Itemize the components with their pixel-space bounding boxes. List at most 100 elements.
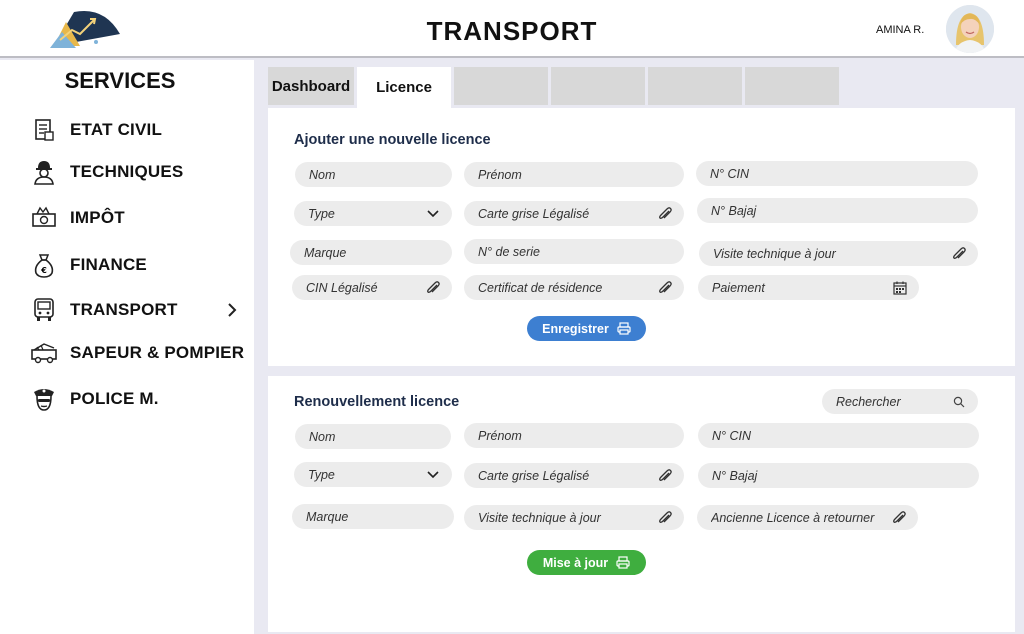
section-title: Ajouter une nouvelle licence xyxy=(294,132,491,148)
tab-empty-2[interactable] xyxy=(551,67,645,105)
marque-placeholder: Marque xyxy=(304,245,347,260)
tab-licence[interactable]: Licence xyxy=(357,67,451,108)
carte-grise-upload[interactable]: Carte grise Légalisé xyxy=(464,463,684,488)
enregistrer-button[interactable]: Enregistrer xyxy=(527,316,646,341)
paiement-placeholder: Paiement xyxy=(712,280,765,295)
nom-placeholder: Nom xyxy=(309,167,336,182)
sidebar-item-label: SAPEUR & POMPIER xyxy=(70,343,245,362)
cin-placeholder: N° CIN xyxy=(710,166,750,181)
chevron-down-icon xyxy=(424,205,442,223)
carte-grise-placeholder: Carte grise Légalisé xyxy=(478,468,590,483)
tax-money-icon xyxy=(30,204,58,232)
marque-placeholder: Marque xyxy=(306,509,349,524)
paperclip-icon[interactable] xyxy=(890,509,908,527)
sidebar-item-etat-civil[interactable]: ETAT CIVIL xyxy=(30,115,245,145)
prenom-field[interactable]: Prénom xyxy=(464,423,684,448)
serie-placeholder: N° de serie xyxy=(478,244,540,259)
paperclip-icon[interactable] xyxy=(656,509,674,527)
residence-upload[interactable]: Certificat de résidence xyxy=(464,275,684,300)
visite-technique-upload[interactable]: Visite technique à jour xyxy=(464,505,684,530)
tab-empty-1[interactable] xyxy=(454,67,548,105)
page-title: TRANSPORT xyxy=(426,16,598,46)
residence-placeholder: Certificat de résidence xyxy=(478,280,603,295)
visite-placeholder: Visite technique à jour xyxy=(713,246,836,261)
tab-empty-4[interactable] xyxy=(745,67,839,105)
type-select[interactable]: Type xyxy=(294,201,452,226)
worker-icon xyxy=(30,158,58,186)
sidebar-item-transport[interactable]: TRANSPORT xyxy=(30,295,245,325)
calendar-icon[interactable] xyxy=(891,279,909,297)
user-name: AMINA R. xyxy=(876,24,925,36)
bus-icon xyxy=(30,296,58,324)
bajaj-placeholder: N° Bajaj xyxy=(712,468,758,483)
cin-placeholder: N° CIN xyxy=(712,428,752,443)
sidebar: SERVICES ETAT CIVIL TECHNIQUES IMPÔT € F… xyxy=(0,60,254,634)
mise-a-jour-label: Mise à jour xyxy=(542,555,609,570)
new-licence-panel: Ajouter une nouvelle licence Nom Prénom … xyxy=(268,108,1015,366)
visite-technique-upload[interactable]: Visite technique à jour xyxy=(699,241,978,266)
enregistrer-label: Enregistrer xyxy=(542,321,609,336)
prenom-placeholder: Prénom xyxy=(478,167,522,182)
section-title: Renouvellement licence xyxy=(294,394,460,410)
carte-grise-placeholder: Carte grise Légalisé xyxy=(478,206,590,221)
prenom-field[interactable]: Prénom xyxy=(464,162,684,187)
cin-legalise-upload[interactable]: CIN Légalisé xyxy=(292,275,452,300)
nom-placeholder: Nom xyxy=(309,429,336,444)
police-icon xyxy=(30,385,58,413)
paperclip-icon[interactable] xyxy=(656,467,674,485)
printer-icon xyxy=(617,322,631,335)
sidebar-item-label: TRANSPORT xyxy=(70,300,178,319)
sidebar-item-police[interactable]: POLICE M. xyxy=(30,384,245,414)
sidebar-item-label: FINANCE xyxy=(70,255,147,274)
nom-field[interactable]: Nom xyxy=(295,162,452,187)
sidebar-item-label: POLICE M. xyxy=(70,389,159,408)
fire-truck-icon xyxy=(30,339,58,367)
printer-icon xyxy=(616,556,630,569)
renew-licence-panel: Renouvellement licence Rechercher Nom Pr… xyxy=(268,376,1015,632)
paperclip-icon[interactable] xyxy=(950,245,968,263)
avatar-photo xyxy=(946,5,994,53)
visite-placeholder: Visite technique à jour xyxy=(478,510,601,525)
prenom-placeholder: Prénom xyxy=(478,428,522,443)
marque-field[interactable]: Marque xyxy=(290,240,452,265)
ancienne-licence-upload[interactable]: Ancienne Licence à retourner xyxy=(697,505,918,530)
chevron-down-icon xyxy=(424,466,442,484)
mise-a-jour-button[interactable]: Mise à jour xyxy=(527,550,646,575)
search-placeholder: Rechercher xyxy=(836,394,901,409)
user-avatar[interactable] xyxy=(946,5,994,53)
type-select[interactable]: Type xyxy=(294,462,452,487)
serie-field[interactable]: N° de serie xyxy=(464,239,684,264)
sidebar-item-label: ETAT CIVIL xyxy=(70,120,163,139)
paperclip-icon[interactable] xyxy=(656,205,674,223)
type-placeholder: Type xyxy=(308,467,335,482)
tab-dashboard[interactable]: Dashboard xyxy=(268,67,354,105)
type-placeholder: Type xyxy=(308,206,335,221)
paperclip-icon[interactable] xyxy=(424,279,442,297)
sidebar-item-sapeur-pompier[interactable]: SAPEUR & POMPIER xyxy=(30,338,245,368)
top-header: TRANSPORT AMINA R. xyxy=(0,0,1024,58)
paiement-field[interactable]: Paiement xyxy=(698,275,919,300)
document-icon xyxy=(30,116,58,144)
svg-text:€: € xyxy=(40,266,47,275)
search-input[interactable]: Rechercher xyxy=(822,389,978,414)
bajaj-field[interactable]: N° Bajaj xyxy=(697,198,978,223)
search-icon[interactable] xyxy=(950,393,968,411)
money-bag-icon: € xyxy=(30,251,58,279)
cin-legalise-placeholder: CIN Légalisé xyxy=(306,280,378,295)
sidebar-item-techniques[interactable]: TECHNIQUES xyxy=(30,157,245,187)
sidebar-item-impot[interactable]: IMPÔT xyxy=(30,203,245,233)
bajaj-field[interactable]: N° Bajaj xyxy=(698,463,979,488)
ancienne-placeholder: Ancienne Licence à retourner xyxy=(711,510,875,525)
sidebar-item-finance[interactable]: € FINANCE xyxy=(30,250,245,280)
sidebar-item-label: TECHNIQUES xyxy=(70,162,184,181)
marque-field[interactable]: Marque xyxy=(292,504,454,529)
paperclip-icon[interactable] xyxy=(656,279,674,297)
tab-empty-3[interactable] xyxy=(648,67,742,105)
nom-field[interactable]: Nom xyxy=(295,424,451,449)
carte-grise-upload[interactable]: Carte grise Légalisé xyxy=(464,201,684,226)
cin-field[interactable]: N° CIN xyxy=(696,161,978,186)
chevron-right-icon xyxy=(228,303,237,317)
bajaj-placeholder: N° Bajaj xyxy=(711,203,757,218)
sidebar-item-label: IMPÔT xyxy=(70,208,125,227)
cin-field[interactable]: N° CIN xyxy=(698,423,979,448)
